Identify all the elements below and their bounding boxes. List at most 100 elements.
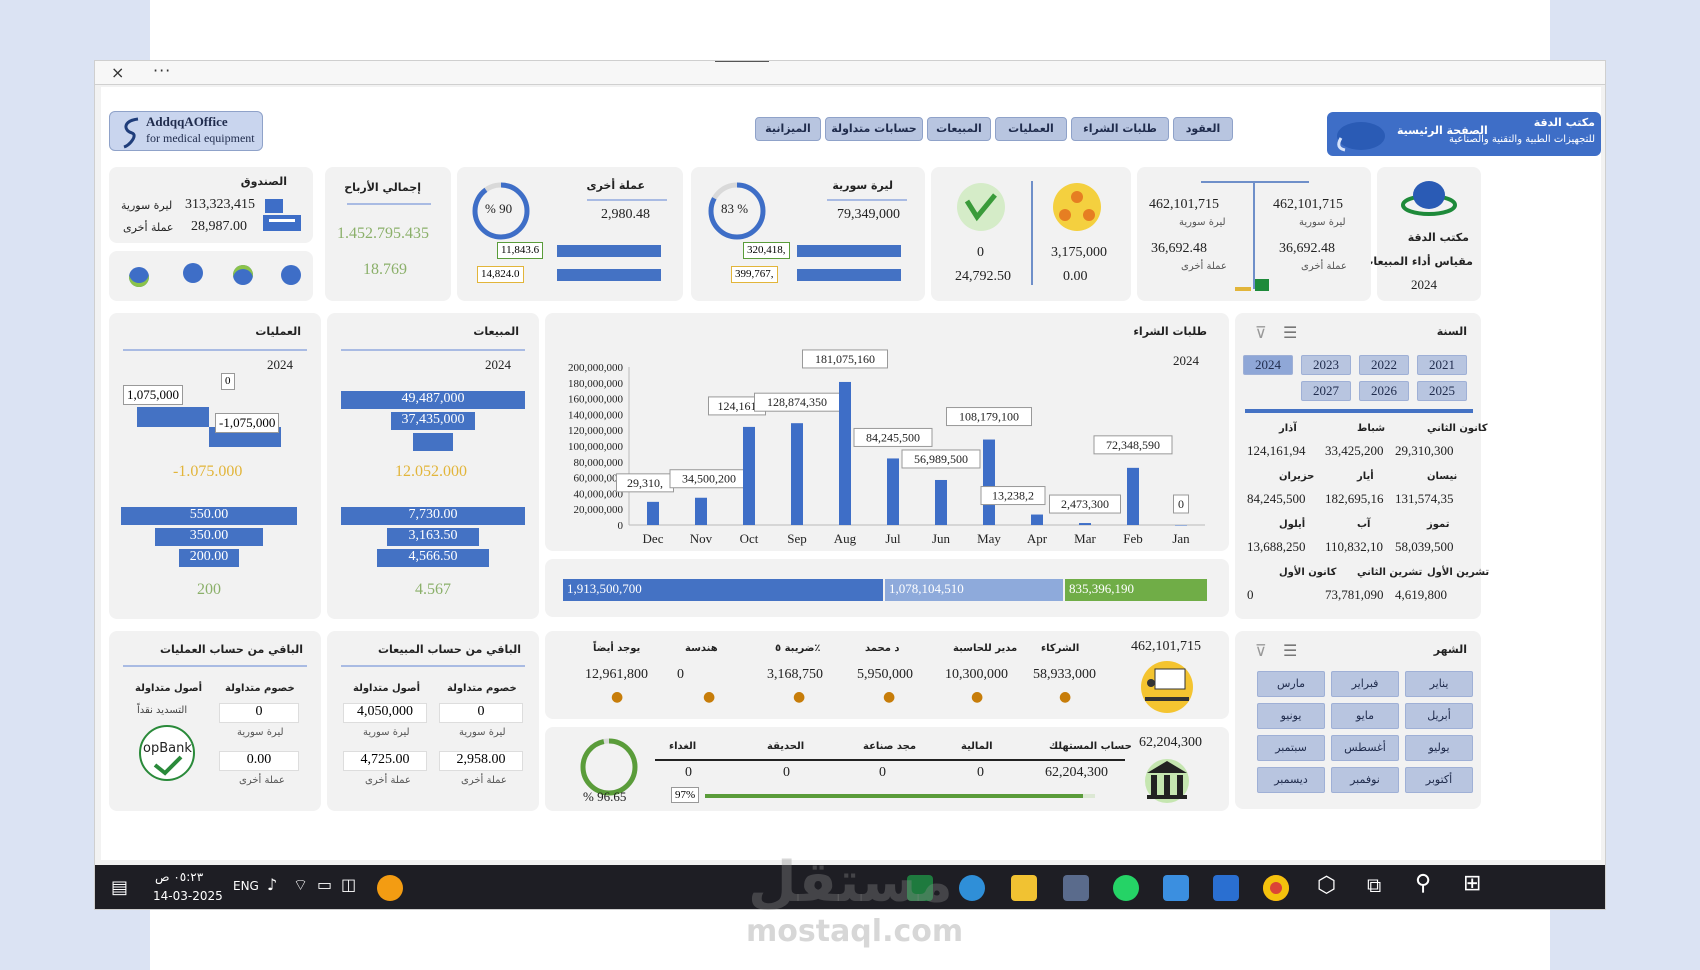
file-explorer-icon[interactable] <box>1011 875 1037 901</box>
sales-total-2: 4.567 <box>415 581 451 598</box>
remaining-operations-underline <box>123 665 307 667</box>
syp-bar-1-label: 320,418, <box>743 242 790 259</box>
calculator-icon[interactable] <box>1063 875 1089 901</box>
month-button[interactable]: سبتمبر <box>1257 735 1325 761</box>
partner-title: الشركاء <box>1041 643 1080 654</box>
year-button-2025[interactable]: 2025 <box>1417 381 1467 401</box>
more-options-icon[interactable]: ··· <box>153 61 171 80</box>
coin-icon <box>233 265 253 285</box>
chart-bar-apr <box>1031 514 1043 525</box>
month-button[interactable]: يناير <box>1405 671 1473 697</box>
chart-y-tick-label: 0 <box>618 520 624 532</box>
nav-contracts[interactable]: العقود <box>1173 117 1233 141</box>
partner-value: 3,168,750 <box>767 667 823 682</box>
year-button-2024[interactable]: 2024 <box>1243 355 1293 375</box>
year-button-2021[interactable]: 2021 <box>1417 355 1467 375</box>
syp-pct: 83 % <box>721 201 749 216</box>
coin-icon <box>281 265 301 285</box>
meet-icon[interactable]: ◫ <box>341 875 356 894</box>
taskbar-time[interactable]: ٠٥:٢٣ ص <box>155 870 203 884</box>
year-button-2023[interactable]: 2023 <box>1301 355 1351 375</box>
nav-purchase-orders[interactable]: طلبات الشراء <box>1071 117 1169 141</box>
year-button-2022[interactable]: 2022 <box>1359 355 1409 375</box>
nav-operations[interactable]: العمليات <box>995 117 1067 141</box>
3d-viewer-icon[interactable]: ⬡ <box>1317 873 1336 898</box>
windows-start-icon[interactable]: ⊞ <box>1463 871 1481 896</box>
person-icon: ● <box>611 689 624 705</box>
clear-filter-icon[interactable]: ⊽ <box>1255 641 1267 660</box>
mail-icon[interactable] <box>1163 875 1189 901</box>
sales-funnel2-bar-1: 7,730.00 <box>341 507 525 525</box>
balance-kpi-card: 462,101,715 ليرة سورية 36,692.48 عملة أخ… <box>1137 167 1371 301</box>
month-button[interactable]: أغسطس <box>1331 735 1399 761</box>
operations-funnel-bar-2: 350.00 <box>155 528 263 546</box>
year-button-2026[interactable]: 2026 <box>1359 381 1409 401</box>
sales-title: المبيعات <box>473 325 519 338</box>
multi-select-icon[interactable]: ☰ <box>1283 641 1297 660</box>
elephant-logo-icon <box>1337 122 1385 152</box>
chart-bar-mar <box>1079 523 1091 525</box>
whatsapp-icon[interactable] <box>1113 875 1139 901</box>
checkmark-icon <box>153 755 183 776</box>
person-icon: ● <box>883 689 896 705</box>
close-icon[interactable]: × <box>111 63 124 82</box>
watermark-url: mostaql.com <box>746 914 964 949</box>
drag-handle[interactable] <box>715 61 769 62</box>
language-indicator[interactable]: ENG <box>233 879 259 893</box>
brand-kpi-card: مكتب الدقة مقياس أداء المبيعات 2024 <box>1362 167 1481 301</box>
due-title: حساب المستهلك <box>1049 741 1132 752</box>
year-button-2027[interactable]: 2027 <box>1301 381 1351 401</box>
taskbar-date[interactable]: 14-03-2025 <box>153 889 223 903</box>
profit-title: إجمالي الأرباح <box>344 181 421 194</box>
balance-left-syp-label: ليرة سورية <box>1179 217 1226 228</box>
icons-right-bottom: 0.00 <box>1063 269 1088 284</box>
chart-y-tick-label: 180,000,000 <box>568 378 624 390</box>
clear-filter-icon[interactable]: ⊽ <box>1255 323 1267 342</box>
remaining-sales-assets-header: أصول متداولة <box>353 683 421 694</box>
volume-icon[interactable]: ♪ <box>267 875 277 894</box>
due-value: 0 <box>783 765 790 780</box>
search-icon[interactable]: ⚲ <box>1415 871 1431 896</box>
chart-data-label: 181,075,160 <box>815 352 875 366</box>
other-bar-1 <box>557 245 661 257</box>
person-icon: ● <box>971 689 984 705</box>
month-button[interactable]: مايو <box>1331 703 1399 729</box>
wifi-icon[interactable]: ⌔ <box>293 875 308 895</box>
syp-value: 79,349,000 <box>837 207 900 222</box>
store-icon[interactable] <box>1213 875 1239 901</box>
logo-line2: for medical equipment <box>146 131 255 145</box>
month-button[interactable]: نوفمبر <box>1331 767 1399 793</box>
month-value: 29,310,300 <box>1395 443 1454 458</box>
due-value: 0 <box>879 765 886 780</box>
task-view-icon[interactable]: ⧉ <box>1367 873 1381 897</box>
month-button[interactable]: أبريل <box>1405 703 1473 729</box>
edge-icon[interactable] <box>959 875 985 901</box>
sales-card: المبيعات 2024 49,487,000 37,435,000 12.0… <box>327 313 539 619</box>
opbank-logo: opBank <box>139 725 195 781</box>
icons-left-top: 0 <box>977 245 984 260</box>
month-button[interactable]: يوليو <box>1405 735 1473 761</box>
month-button[interactable]: فبراير <box>1331 671 1399 697</box>
due-progress-track <box>705 794 1095 798</box>
month-button[interactable]: ديسمبر <box>1257 767 1325 793</box>
nav-sales[interactable]: المبيعات <box>927 117 991 141</box>
nav-current-accounts[interactable]: حسابات متداولة <box>825 117 923 141</box>
month-button[interactable]: مارس <box>1257 671 1325 697</box>
app-icon-orange[interactable] <box>377 875 403 901</box>
nav-home[interactable]: الصفحة الرئيسية مكتب الدقة للتجهيزات الط… <box>1327 112 1601 156</box>
remaining-operations-card: الباقي من حساب العمليات خصوم متداولة أصو… <box>109 631 321 811</box>
presenter-icon <box>1141 661 1193 713</box>
month-button[interactable]: يونيو <box>1257 703 1325 729</box>
multi-select-icon[interactable]: ☰ <box>1283 323 1297 342</box>
remaining-operations-liabilities-syp: 0 <box>219 703 299 723</box>
chart-data-label: 72,348,590 <box>1106 438 1160 452</box>
battery-icon[interactable]: ▭ <box>317 875 332 894</box>
nav-balance-sheet[interactable]: الميزانية <box>755 117 821 141</box>
month-button[interactable]: أكتوبر <box>1405 767 1473 793</box>
operations-callout-1: 1,075,000 <box>123 385 183 405</box>
notifications-icon[interactable]: ▤ <box>111 877 128 898</box>
window-top-strip: × ··· <box>95 61 1605 85</box>
chrome-icon[interactable] <box>1263 875 1289 901</box>
icons-kpi-card: 3,175,000 0.00 0 24,792.50 <box>931 167 1131 301</box>
balance-left-other: 36,692.48 <box>1151 241 1207 256</box>
